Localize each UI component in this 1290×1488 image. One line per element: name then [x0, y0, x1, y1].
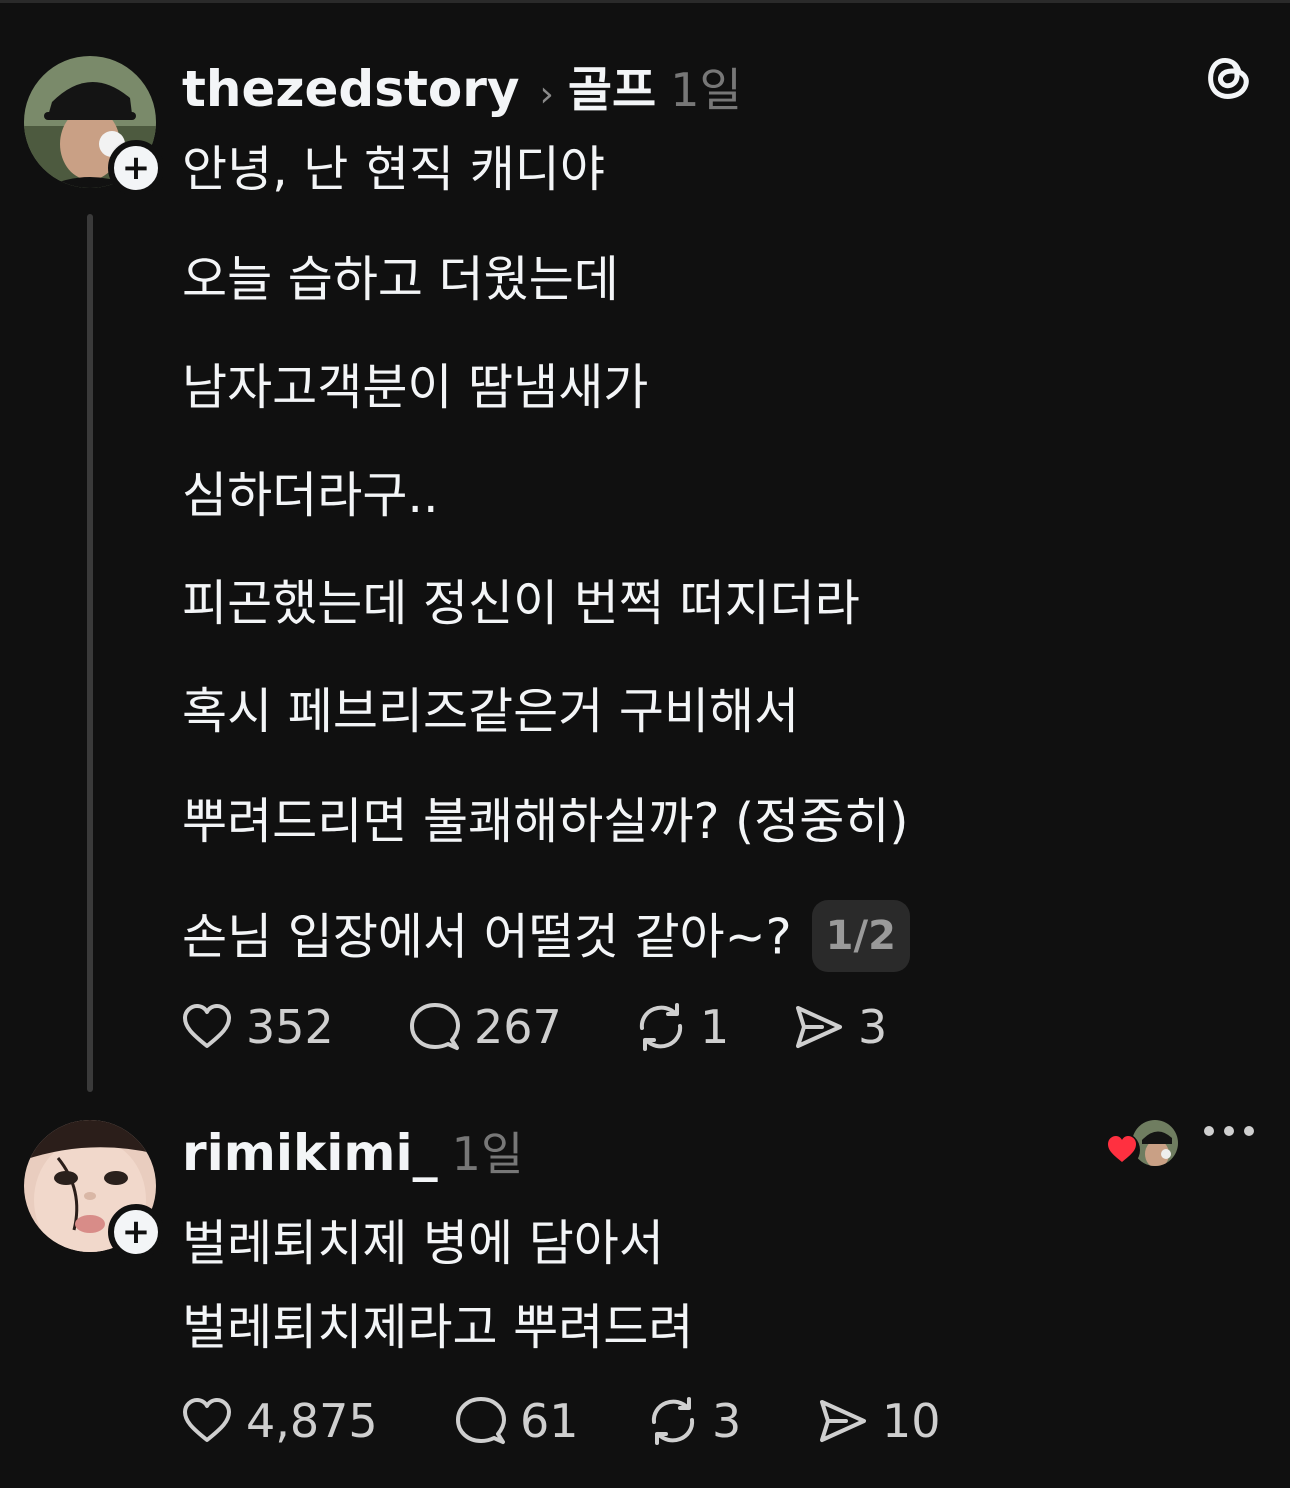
- post-text-line: 심하더라구..: [182, 467, 439, 524]
- post-text-line-last: 손님 입장에서 어떨것 같아~? 1/2: [182, 900, 910, 976]
- comment-icon: [410, 1003, 460, 1050]
- post-text: 손님 입장에서 어떨것 같아~?: [182, 908, 792, 966]
- reply-count: 267: [474, 1000, 562, 1054]
- send-icon: [796, 1006, 842, 1048]
- repost-icon: [639, 1003, 683, 1051]
- like-button[interactable]: 352: [180, 1000, 408, 1054]
- author-liked-indicator: [1104, 1118, 1184, 1178]
- share-button[interactable]: 10: [816, 1394, 941, 1448]
- post-header: thezedstory › 골프 1일: [182, 50, 742, 120]
- like-count: 4,875: [246, 1394, 378, 1448]
- thread-post-original: + thezedstory › 골프 1일 안녕, 난 현직 캐디야 오늘 습하…: [0, 0, 1290, 1100]
- post-text-line: 피곤했는데 정신이 번쩍 떠지더라: [182, 575, 860, 632]
- post-text-line: 안녕, 난 현직 캐디야: [182, 141, 605, 198]
- post-text-line: 벌레퇴치제 병에 담아서: [182, 1215, 664, 1272]
- more-dots-icon[interactable]: [1204, 1126, 1254, 1136]
- reply-button[interactable]: 267: [408, 1000, 634, 1054]
- post-text-line: 남자고객분이 땀냄새가: [182, 359, 649, 416]
- follow-button[interactable]: +: [108, 1204, 164, 1260]
- share-count: 10: [882, 1394, 941, 1448]
- topic-tag[interactable]: 골프: [568, 50, 656, 120]
- reply-button[interactable]: 61: [454, 1394, 646, 1448]
- action-bar: 4,875 61 3 10: [180, 1394, 941, 1448]
- share-count: 3: [858, 1000, 888, 1054]
- threads-logo-icon[interactable]: [1200, 48, 1254, 104]
- repost-count: 1: [700, 1000, 730, 1054]
- send-icon: [820, 1400, 866, 1442]
- follow-button[interactable]: +: [108, 140, 164, 196]
- repost-button[interactable]: 1: [634, 1000, 792, 1054]
- comment-icon: [456, 1397, 506, 1444]
- post-text-line: 벌레퇴치제라고 뿌려드려: [182, 1299, 694, 1356]
- thread-connector-line: [87, 214, 93, 1092]
- share-button[interactable]: 3: [792, 1000, 887, 1054]
- post-timestamp: 1일: [670, 63, 742, 117]
- heart-icon: [183, 1398, 231, 1442]
- page-indicator: 1/2: [811, 900, 910, 972]
- reply-count: 61: [520, 1394, 579, 1448]
- post-text-line: 오늘 습하고 더웠는데: [182, 251, 619, 308]
- repost-button[interactable]: 3: [646, 1394, 816, 1448]
- heart-icon: [183, 1004, 231, 1048]
- thread-post-reply: + rimikimi_ 1일 벌레퇴치제 병에 담아서 벌레퇴치제라고 뿌려드려…: [0, 1100, 1290, 1488]
- heart-badge-icon: [1104, 1132, 1140, 1168]
- username[interactable]: thezedstory: [182, 60, 519, 118]
- username[interactable]: rimikimi_: [182, 1124, 438, 1182]
- post-timestamp: 1일: [451, 1127, 524, 1181]
- repost-icon: [651, 1397, 695, 1445]
- like-count: 352: [246, 1000, 334, 1054]
- repost-count: 3: [712, 1394, 742, 1448]
- post-header: rimikimi_ 1일: [182, 1118, 523, 1184]
- action-bar: 352 267 1 3: [180, 1000, 887, 1054]
- post-text-line: 뿌려드리면 불쾌해하실까? (정중히): [182, 793, 909, 850]
- post-text-line: 혹시 페브리즈같은거 구비해서: [182, 683, 800, 740]
- like-button[interactable]: 4,875: [180, 1394, 454, 1448]
- chevron-right-icon: ›: [539, 74, 554, 115]
